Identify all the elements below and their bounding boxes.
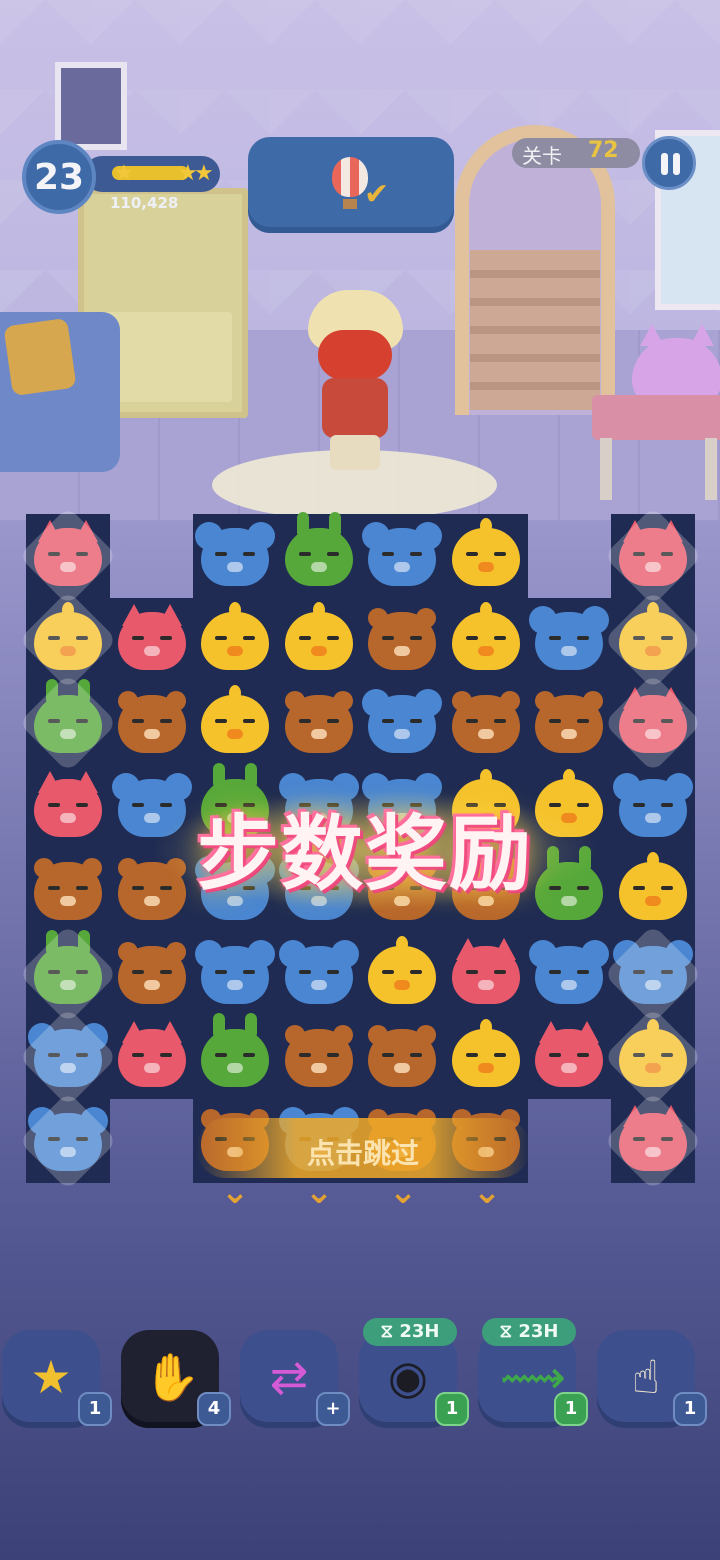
player-level-widget[interactable]: ★ ★ ★ 23 110,428 bbox=[22, 140, 220, 220]
stage-indicator: 关卡 72 bbox=[512, 138, 640, 168]
chick-tile[interactable] bbox=[617, 852, 689, 920]
table-leg bbox=[705, 438, 717, 500]
chick-tile[interactable] bbox=[450, 1019, 522, 1087]
move-bonus-banner: 步数奖励 bbox=[196, 807, 533, 902]
bear-tile[interactable] bbox=[116, 940, 188, 1004]
mouse-tile[interactable] bbox=[278, 939, 359, 1004]
rabbit-tile[interactable] bbox=[283, 512, 355, 586]
level-goal-panel: ✔ bbox=[248, 137, 454, 233]
pause-button[interactable] bbox=[642, 136, 696, 190]
star-icon: ★ bbox=[114, 161, 134, 186]
fox-tile[interactable] bbox=[116, 603, 188, 670]
mouse-tile[interactable] bbox=[195, 939, 275, 1004]
glove-x3-count-badge: 4 bbox=[197, 1392, 231, 1426]
star-icon: ★ bbox=[194, 161, 214, 186]
fox-tile[interactable] bbox=[533, 1021, 605, 1087]
stage-number: 72 bbox=[588, 138, 619, 163]
chick-tile[interactable] bbox=[283, 601, 355, 670]
checkmark-icon: ✔ bbox=[364, 177, 390, 212]
roller-count-badge: 1 bbox=[554, 1392, 588, 1426]
mouse-tile[interactable] bbox=[195, 522, 275, 586]
roller-timer-badge: ⧖ 23H bbox=[482, 1318, 576, 1346]
table-leg bbox=[600, 438, 612, 500]
fox-tile[interactable] bbox=[116, 1021, 188, 1087]
bear-tile[interactable] bbox=[32, 856, 104, 920]
hand-tap-icon: ☝ bbox=[631, 1350, 660, 1404]
skip-button-label[interactable]: 点击跳过 bbox=[196, 1132, 530, 1172]
mouse-tile[interactable] bbox=[529, 939, 609, 1004]
mouse-tile[interactable] bbox=[529, 605, 609, 670]
wall-picture bbox=[55, 62, 127, 150]
chick-tile[interactable] bbox=[366, 935, 438, 1004]
chevron-down-icon: ⌄ bbox=[304, 1172, 334, 1212]
pillow bbox=[3, 317, 77, 397]
glove-x3-icon: ✋ bbox=[143, 1350, 201, 1404]
hot-air-balloon-icon bbox=[332, 157, 368, 197]
bear-tile[interactable] bbox=[450, 689, 522, 753]
swap-icon: ⇄ bbox=[269, 1350, 309, 1404]
xp-bar: ★ ★ ★ bbox=[84, 156, 220, 192]
game-scene: ★ ★ ★ 23 110,428 ✔ 关卡 72 步数奖励 点击跳过 ⌄ ⌄ ⌄… bbox=[0, 0, 720, 1560]
star-wand-count-badge: 1 bbox=[78, 1392, 112, 1426]
stage-label: 关卡 bbox=[522, 144, 562, 168]
swap-count-badge: + bbox=[316, 1392, 350, 1426]
character-avatar bbox=[290, 290, 420, 470]
balloon-basket bbox=[343, 199, 357, 209]
chevron-down-icon: ⌄ bbox=[472, 1172, 502, 1212]
side-table bbox=[592, 395, 720, 440]
chick-tile[interactable] bbox=[199, 601, 271, 670]
bear-tile[interactable] bbox=[283, 1023, 355, 1087]
bear-tile[interactable] bbox=[366, 1023, 438, 1087]
player-level: 23 bbox=[22, 140, 96, 214]
pause-icon bbox=[673, 153, 680, 175]
chick-tile[interactable] bbox=[450, 518, 522, 586]
fox-tile[interactable] bbox=[450, 937, 522, 1004]
bear-tile[interactable] bbox=[366, 606, 438, 670]
bear-tile[interactable] bbox=[533, 689, 605, 753]
chevron-down-icon: ⌄ bbox=[220, 1172, 250, 1212]
pause-icon bbox=[661, 153, 668, 175]
player-score: 110,428 bbox=[110, 194, 179, 212]
chick-tile[interactable] bbox=[450, 601, 522, 670]
chevron-down-icon: ⌄ bbox=[388, 1172, 418, 1212]
rabbit-tile[interactable] bbox=[199, 1013, 271, 1087]
goggles-timer-badge: ⧖ 23H bbox=[363, 1318, 457, 1346]
hand-tap-count-badge: 1 bbox=[673, 1392, 707, 1426]
star-wand-icon: ★ bbox=[30, 1350, 72, 1404]
roller-icon: ⟿ bbox=[500, 1350, 566, 1404]
fox-tile[interactable] bbox=[32, 770, 104, 837]
mouse-tile[interactable] bbox=[612, 772, 693, 837]
goggles-count-badge: 1 bbox=[435, 1392, 469, 1426]
staircase bbox=[470, 250, 600, 410]
bear-tile[interactable] bbox=[283, 689, 355, 753]
goggles-icon: ◉ bbox=[387, 1350, 429, 1404]
chick-tile[interactable] bbox=[199, 685, 271, 753]
mouse-tile[interactable] bbox=[362, 522, 442, 586]
bear-tile[interactable] bbox=[116, 689, 188, 753]
mouse-tile[interactable] bbox=[362, 689, 442, 753]
